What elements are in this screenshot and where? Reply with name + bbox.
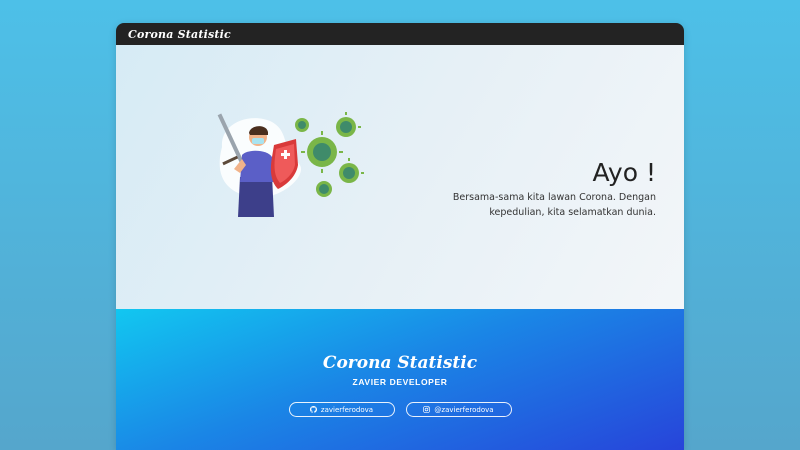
instagram-icon <box>423 406 431 413</box>
hero-title: Ayo ! <box>592 158 656 187</box>
footer-developer: ZAVIER DEVELOPER <box>352 377 448 387</box>
github-link-button[interactable]: zavierferodova <box>288 402 395 417</box>
footer: Corona Statistic ZAVIER DEVELOPER zavier… <box>116 309 684 450</box>
hero-description: Bersama-sama kita lawan Corona. Dengan k… <box>452 192 656 218</box>
instagram-link-button[interactable]: @zavierferodova <box>405 402 512 417</box>
browser-window: Corona Statistic Ayo ! Bersama-sama kita… <box>116 23 684 450</box>
hero-section: Ayo ! Bersama-sama kita lawan Corona. De… <box>116 45 684 309</box>
hero-illustration <box>217 112 364 217</box>
github-icon <box>309 406 317 413</box>
navbar-brand[interactable]: Corona Statistic <box>128 28 231 41</box>
github-link-label: zavierferodova <box>320 405 374 414</box>
navbar: Corona Statistic <box>116 23 684 45</box>
social-links: zavierferodova @zavierferodova <box>116 402 684 417</box>
instagram-link-label: @zavierferodova <box>434 405 494 414</box>
footer-brand: Corona Statistic <box>322 353 478 373</box>
